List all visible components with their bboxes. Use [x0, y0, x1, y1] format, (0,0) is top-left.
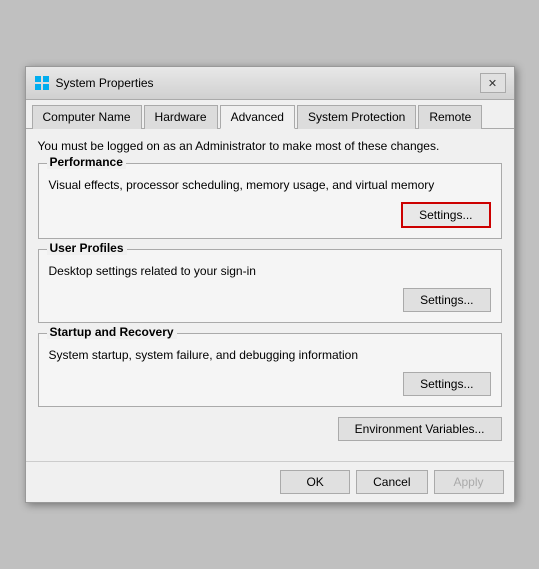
- startup-recovery-settings-button[interactable]: Settings...: [403, 372, 490, 396]
- tab-remote[interactable]: Remote: [418, 105, 482, 129]
- user-profiles-title: User Profiles: [47, 241, 127, 255]
- tab-hardware[interactable]: Hardware: [144, 105, 218, 129]
- tab-bar: Computer Name Hardware Advanced System P…: [26, 100, 514, 129]
- bottom-button-bar: OK Cancel Apply: [26, 461, 514, 502]
- startup-recovery-title: Startup and Recovery: [47, 325, 177, 339]
- title-bar-left: System Properties: [34, 75, 154, 91]
- performance-description: Visual effects, processor scheduling, me…: [49, 178, 491, 192]
- user-profiles-settings-button[interactable]: Settings...: [403, 288, 490, 312]
- user-profiles-button-row: Settings...: [49, 288, 491, 312]
- tab-content: You must be logged on as an Administrato…: [26, 129, 514, 461]
- tab-computer-name[interactable]: Computer Name: [32, 105, 142, 129]
- title-bar: System Properties ✕: [26, 67, 514, 100]
- tab-system-protection[interactable]: System Protection: [297, 105, 416, 129]
- window-icon: [34, 75, 50, 91]
- ok-button[interactable]: OK: [280, 470, 350, 494]
- tab-advanced[interactable]: Advanced: [220, 105, 295, 129]
- close-button[interactable]: ✕: [480, 73, 506, 93]
- window-title: System Properties: [56, 76, 154, 90]
- title-bar-controls: ✕: [480, 73, 506, 93]
- user-profiles-section: User Profiles Desktop settings related t…: [38, 249, 502, 323]
- admin-notice: You must be logged on as an Administrato…: [38, 139, 502, 153]
- performance-settings-button[interactable]: Settings...: [401, 202, 490, 228]
- cancel-button[interactable]: Cancel: [356, 470, 427, 494]
- startup-recovery-button-row: Settings...: [49, 372, 491, 396]
- system-properties-window: System Properties ✕ Computer Name Hardwa…: [25, 66, 515, 503]
- apply-button[interactable]: Apply: [434, 470, 504, 494]
- startup-recovery-description: System startup, system failure, and debu…: [49, 348, 491, 362]
- performance-button-row: Settings...: [49, 202, 491, 228]
- startup-recovery-section: Startup and Recovery System startup, sys…: [38, 333, 502, 407]
- environment-variables-row: Environment Variables...: [38, 417, 502, 441]
- environment-variables-button[interactable]: Environment Variables...: [338, 417, 502, 441]
- performance-section: Performance Visual effects, processor sc…: [38, 163, 502, 239]
- performance-title: Performance: [47, 155, 126, 169]
- user-profiles-description: Desktop settings related to your sign-in: [49, 264, 491, 278]
